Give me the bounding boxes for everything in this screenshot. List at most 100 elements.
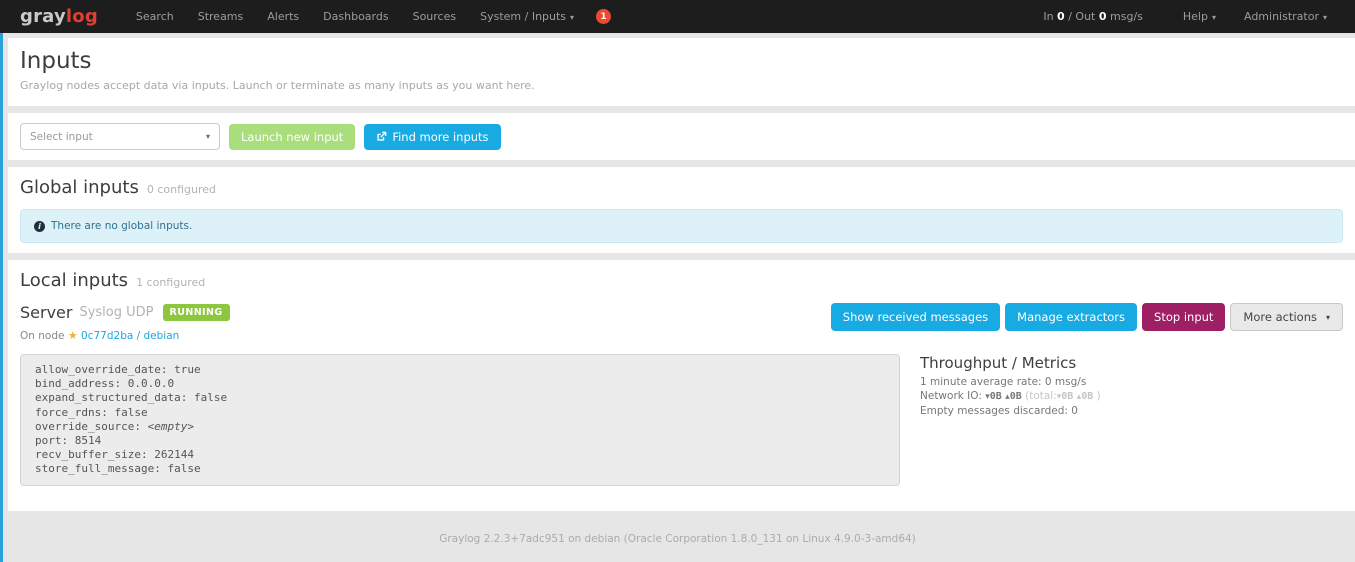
caret-down-icon: ▾: [570, 13, 574, 22]
nav-item-search[interactable]: Search: [124, 10, 186, 23]
config-value: false: [194, 391, 227, 404]
throughput-in-label: In: [1043, 10, 1053, 23]
config-line: recv_buffer_size: 262144: [35, 448, 885, 462]
config-value: <empty>: [148, 420, 194, 433]
page-header-section: Inputs Graylog nodes accept data via inp…: [8, 38, 1355, 106]
logo-text-gray: gray: [20, 6, 66, 27]
nav-item-label: Search: [136, 10, 174, 23]
total-up-value: 0B: [1081, 391, 1093, 402]
config-value: 0.0.0.0: [128, 377, 174, 390]
nav-item-label: Administrator: [1244, 10, 1319, 23]
nav-menu: Search Streams Alerts Dashboards Sources…: [124, 9, 611, 24]
config-line: allow_override_date: true: [35, 363, 885, 377]
logo-text-log: log: [66, 6, 98, 27]
more-actions-label: More actions: [1243, 310, 1317, 324]
caret-down-icon: ▾: [206, 132, 210, 141]
network-io-label: Network IO:: [920, 390, 982, 402]
throughput-indicator: In 0 / Out 0 msg/s: [1043, 10, 1143, 23]
config-key: allow_override_date:: [35, 363, 167, 376]
config-key: override_source:: [35, 420, 141, 433]
config-key: bind_address:: [35, 377, 121, 390]
top-navbar: graylog Search Streams Alerts Dashboards…: [0, 0, 1355, 33]
local-inputs-title: Local inputs: [20, 270, 128, 291]
notification-badge[interactable]: 1: [596, 9, 611, 24]
nav-item-sources[interactable]: Sources: [401, 10, 469, 23]
alert-text: There are no global inputs.: [51, 220, 192, 232]
network-io-total-group: (total:▾0B ▴0B ): [1025, 390, 1101, 402]
find-more-inputs-button[interactable]: Find more inputs: [364, 124, 500, 150]
launch-new-input-button[interactable]: Launch new input: [229, 124, 355, 150]
page-subtitle: Graylog nodes accept data via inputs. La…: [20, 79, 1343, 92]
total-down-value: 0B: [1061, 391, 1073, 402]
config-value: false: [167, 462, 200, 475]
local-inputs-section: Local inputs 1 configured Server Syslog U…: [8, 260, 1355, 511]
window-edge-highlight: [0, 33, 3, 562]
nav-item-streams[interactable]: Streams: [186, 10, 256, 23]
input-name: Server: [20, 303, 72, 322]
on-node-line: On node ★ 0c77d2ba / debian: [20, 329, 230, 342]
nav-item-help[interactable]: Help ▾: [1169, 10, 1230, 23]
config-value: 262144: [154, 448, 194, 461]
config-key: store_full_message:: [35, 462, 161, 475]
node-link[interactable]: 0c77d2ba / debian: [81, 330, 179, 342]
more-actions-button[interactable]: More actions ▾: [1230, 303, 1343, 331]
local-inputs-count: 1 configured: [136, 276, 205, 289]
throughput-in-value: 0: [1057, 10, 1065, 23]
find-button-label: Find more inputs: [392, 130, 488, 144]
network-io-up-value: 0B: [1010, 391, 1022, 402]
info-icon: i: [34, 221, 45, 232]
star-icon: ★: [68, 329, 78, 342]
config-line: bind_address: 0.0.0.0: [35, 377, 885, 391]
input-actions: Show received messages Manage extractors…: [831, 303, 1343, 331]
config-key: expand_structured_data:: [35, 391, 187, 404]
throughput-out-label: / Out: [1068, 10, 1095, 23]
stop-input-button[interactable]: Stop input: [1142, 303, 1225, 331]
global-inputs-title: Global inputs: [20, 177, 139, 198]
manage-extractors-button[interactable]: Manage extractors: [1005, 303, 1137, 331]
total-close-label: ): [1097, 390, 1101, 402]
on-node-label: On node: [20, 330, 64, 342]
input-identity: Server Syslog UDP RUNNING On node ★ 0c77…: [20, 303, 230, 342]
network-io-down-value: 0B: [990, 391, 1002, 402]
nav-item-label: Dashboards: [323, 10, 388, 23]
caret-down-icon: ▾: [1212, 13, 1216, 22]
input-detail-row: allow_override_date: true bind_address: …: [20, 354, 1343, 486]
show-received-messages-button[interactable]: Show received messages: [831, 303, 1000, 331]
config-value: false: [114, 406, 147, 419]
version-footer: Graylog 2.2.3+7adc951 on debian (Oracle …: [0, 518, 1355, 560]
global-inputs-count: 0 configured: [147, 183, 216, 196]
config-line: port: 8514: [35, 434, 885, 448]
nav-item-user-administrator[interactable]: Administrator ▾: [1230, 10, 1341, 23]
total-open-label: (total:: [1025, 390, 1057, 402]
external-link-icon: [376, 131, 387, 142]
config-line: force_rdns: false: [35, 406, 885, 420]
input-type: Syslog UDP: [79, 305, 153, 320]
nav-item-label: Help: [1183, 10, 1208, 23]
config-value: true: [174, 363, 201, 376]
page-title: Inputs: [20, 48, 1343, 74]
select-input-dropdown[interactable]: Select input ▾: [20, 123, 220, 150]
nav-item-system-inputs[interactable]: System / Inputs ▾: [468, 10, 586, 23]
config-key: force_rdns:: [35, 406, 108, 419]
nav-item-label: System / Inputs: [480, 10, 566, 23]
input-title-line: Server Syslog UDP RUNNING: [20, 303, 230, 322]
no-global-inputs-alert: i There are no global inputs.: [20, 209, 1343, 243]
caret-down-icon: ▾: [1326, 313, 1330, 322]
nav-item-alerts[interactable]: Alerts: [255, 10, 311, 23]
config-line: expand_structured_data: false: [35, 391, 885, 405]
input-configuration-box: allow_override_date: true bind_address: …: [20, 354, 900, 486]
select-input-placeholder: Select input: [30, 131, 93, 143]
nav-right-group: In 0 / Out 0 msg/s Help ▾ Administrator ▾: [1043, 10, 1341, 23]
config-key: port:: [35, 434, 68, 447]
config-value: 8514: [75, 434, 102, 447]
launch-button-label: Launch new input: [241, 130, 343, 144]
throughput-out-value: 0: [1099, 10, 1107, 23]
metric-network-io-line: Network IO: ▾0B ▴0B (total:▾0B ▴0B ): [920, 390, 1101, 404]
config-key: recv_buffer_size:: [35, 448, 148, 461]
graylog-logo[interactable]: graylog: [20, 6, 98, 27]
nav-item-dashboards[interactable]: Dashboards: [311, 10, 400, 23]
caret-down-icon: ▾: [1323, 13, 1327, 22]
status-badge-running: RUNNING: [163, 304, 230, 321]
nav-item-label: Sources: [413, 10, 457, 23]
metrics-title: Throughput / Metrics: [920, 354, 1101, 372]
